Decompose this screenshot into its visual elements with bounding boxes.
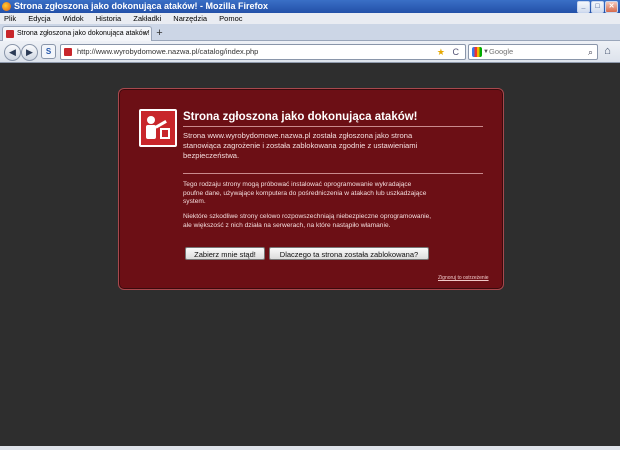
navigation-toolbar: ◀ ▶ S http://www.wyrobydomowe.nazwa.pl/c… <box>0 41 620 63</box>
home-button[interactable]: ⌂ <box>600 44 615 59</box>
search-icon[interactable]: ⌕ <box>588 45 593 59</box>
window-title: Strona zgłoszona jako dokonująca ataków!… <box>14 1 269 11</box>
bookmark-star-icon[interactable]: ★ <box>437 45 445 59</box>
tab-current[interactable]: Strona zgłoszona jako dokonująca ataków!… <box>2 26 152 41</box>
warning-intro: Strona www.wyrobydomowe.nazwa.pl została… <box>183 131 418 160</box>
search-input[interactable] <box>489 46 579 57</box>
page-content: Strona zgłoszona jako dokonująca ataków!… <box>0 63 620 446</box>
divider <box>183 126 483 127</box>
url-bar[interactable]: http://www.wyrobydomowe.nazwa.pl/catalog… <box>60 44 466 60</box>
close-button[interactable]: ✕ <box>605 1 618 13</box>
window-title-bar[interactable]: Strona zgłoszona jako dokonująca ataków!… <box>0 0 620 13</box>
reload-icon[interactable]: C <box>453 45 460 59</box>
new-tab-button[interactable]: + <box>153 27 166 39</box>
site-favicon-icon <box>64 48 72 56</box>
police-silhouette-icon <box>146 116 170 139</box>
tab-close-icon[interactable]: × <box>142 27 147 41</box>
search-bar[interactable]: ▼ ⌕ <box>468 44 598 60</box>
s-addon-button[interactable]: S <box>41 44 56 59</box>
menu-historia[interactable]: Historia <box>96 14 121 23</box>
menu-plik[interactable]: Plik <box>4 14 16 23</box>
why-blocked-button[interactable]: Dlaczego ta strona została zablokowana? <box>269 247 429 260</box>
url-text[interactable]: http://www.wyrobydomowe.nazwa.pl/catalog… <box>77 45 258 59</box>
menu-pomoc[interactable]: Pomoc <box>219 14 242 23</box>
malware-warning-panel: Strona zgłoszona jako dokonująca ataków!… <box>118 88 504 290</box>
menu-widok[interactable]: Widok <box>63 14 84 23</box>
menu-narzedzia[interactable]: Narzędzia <box>173 14 207 23</box>
warning-paragraph-1: Tego rodzaju strony mogą próbować instal… <box>183 181 427 205</box>
maximize-button[interactable]: □ <box>591 1 604 13</box>
forward-button[interactable]: ▶ <box>21 44 38 61</box>
back-button[interactable]: ◀ <box>4 44 21 61</box>
google-icon[interactable] <box>472 47 482 57</box>
status-bar <box>0 446 620 450</box>
window-controls: _ □ ✕ <box>577 1 618 13</box>
menu-edycja[interactable]: Edycja <box>28 14 51 23</box>
tab-strip: Strona zgłoszona jako dokonująca ataków!… <box>0 24 620 41</box>
ignore-warning-link[interactable]: Zignoruj to ostrzeżenie <box>438 275 489 281</box>
menu-zakladki[interactable]: Zakładki <box>133 14 161 23</box>
menu-bar: Plik Edycja Widok Historia Zakładki Narz… <box>0 13 620 24</box>
warning-heading: Strona zgłoszona jako dokonująca ataków! <box>183 111 418 123</box>
divider <box>183 173 483 174</box>
tab-label: Strona zgłoszona jako dokonująca ataków! <box>17 30 150 37</box>
minimize-button[interactable]: _ <box>577 1 590 13</box>
firefox-logo-icon <box>2 2 11 11</box>
warning-paragraph-2: Niektóre szkodliwe strony celowo rozpows… <box>183 213 432 229</box>
police-warning-icon <box>139 109 177 147</box>
get-me-out-button[interactable]: Zabierz mnie stąd! <box>185 247 265 260</box>
warning-favicon-icon <box>6 30 14 38</box>
